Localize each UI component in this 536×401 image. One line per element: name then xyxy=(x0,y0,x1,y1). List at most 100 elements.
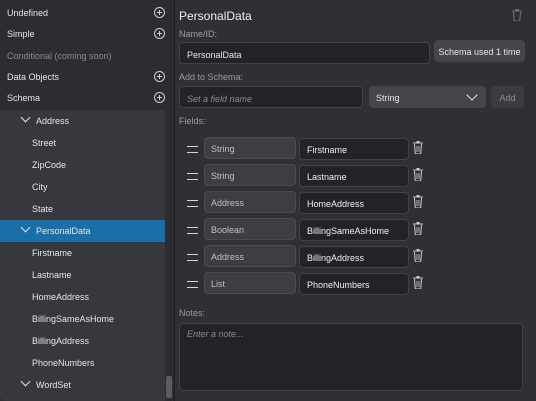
sidebar-item-simple[interactable]: Simple xyxy=(0,23,174,45)
schema-usage-button[interactable]: Schema used 1 time xyxy=(434,40,525,62)
sidebar: Undefined Simple Conditional (coming soo… xyxy=(0,0,175,401)
field-type-value: String xyxy=(376,93,400,103)
tree-item-street[interactable]: Street xyxy=(0,132,165,154)
tree-scrollbar[interactable] xyxy=(165,110,174,401)
tree-item-address[interactable]: Address xyxy=(0,110,165,132)
sidebar-item-data-objects[interactable]: Data Objects xyxy=(0,66,174,88)
fields-label: Fields: xyxy=(179,116,206,126)
tree-item-label: Lastname xyxy=(32,270,72,280)
tree-item-homeaddress[interactable]: HomeAddress xyxy=(0,286,165,308)
field-type[interactable]: List xyxy=(204,272,296,294)
field-type[interactable]: String xyxy=(204,164,296,186)
field-name-input[interactable]: Lastname xyxy=(299,165,409,187)
tree-item-billingsameashome[interactable]: BillingSameAsHome xyxy=(0,308,165,330)
notes-placeholder: Enter a note... xyxy=(187,329,244,339)
tree-item-state[interactable]: State xyxy=(0,198,165,220)
field-type[interactable]: String xyxy=(204,137,296,159)
tree-item-label: ZipCode xyxy=(32,160,67,170)
field-name-value: Firstname xyxy=(307,145,348,155)
add-field-button[interactable]: Add xyxy=(491,86,524,108)
name-input-value: PersonalData xyxy=(187,50,242,60)
trash-icon[interactable] xyxy=(413,276,423,289)
sidebar-item-undefined[interactable]: Undefined xyxy=(0,2,174,24)
tree-item-zipcode[interactable]: ZipCode xyxy=(0,154,165,176)
tree-item-label: Street xyxy=(32,138,57,148)
field-name-input[interactable]: Firstname xyxy=(299,138,409,160)
notes-label: Notes: xyxy=(179,308,206,318)
tree-item-phonenumbers[interactable]: PhoneNumbers xyxy=(0,352,165,374)
field-name-input[interactable]: HomeAddress xyxy=(299,192,409,214)
field-type-label: Address xyxy=(211,252,245,262)
field-type-label: Address xyxy=(211,198,245,208)
field-row: String Firstname xyxy=(174,137,536,161)
chevron-down-icon[interactable] xyxy=(21,115,30,124)
tree-item-label: State xyxy=(32,204,54,214)
field-type-label: String xyxy=(211,144,235,154)
field-name-value: HomeAddress xyxy=(307,199,365,209)
trash-icon[interactable] xyxy=(413,195,423,208)
name-input[interactable]: PersonalData xyxy=(179,42,430,64)
field-row: Boolean BillingSameAsHome xyxy=(174,218,536,242)
trash-icon[interactable] xyxy=(512,9,522,21)
add-circle-icon[interactable] xyxy=(154,92,165,103)
field-type-label: List xyxy=(211,279,226,289)
trash-icon[interactable] xyxy=(413,222,423,235)
field-type[interactable]: Boolean xyxy=(204,218,296,240)
field-type[interactable]: Address xyxy=(204,245,296,267)
field-name-placeholder: Set a field name xyxy=(187,94,253,104)
drag-handle-icon[interactable] xyxy=(187,200,198,207)
field-name-input[interactable]: BillingSameAsHome xyxy=(299,219,409,241)
chevron-down-icon[interactable] xyxy=(21,225,30,234)
sidebar-item-label: Simple xyxy=(7,29,35,39)
field-type[interactable]: Address xyxy=(204,191,296,213)
field-row: List PhoneNumbers xyxy=(174,272,536,296)
tree-item-personaldata[interactable]: PersonalData xyxy=(0,220,165,242)
tree-item-wordset[interactable]: WordSet xyxy=(0,374,165,396)
detail-panel: PersonalData Name/ID: PersonalData Schem… xyxy=(174,0,536,401)
trash-icon[interactable] xyxy=(413,141,423,154)
drag-handle-icon[interactable] xyxy=(187,254,198,261)
add-circle-icon[interactable] xyxy=(154,71,165,82)
tree-item-lastname[interactable]: Lastname xyxy=(0,264,165,286)
tree-item-label: Firstname xyxy=(32,248,73,258)
add-circle-icon[interactable] xyxy=(154,7,165,18)
notes-textarea[interactable]: Enter a note... xyxy=(179,323,523,391)
field-type-select[interactable]: String xyxy=(369,86,486,108)
scrollbar-thumb[interactable] xyxy=(166,376,172,398)
tree-item-label: BillingSameAsHome xyxy=(32,314,115,324)
add-field-label: Add xyxy=(499,93,516,103)
tree-item-label: City xyxy=(32,182,48,192)
field-name-input[interactable]: PhoneNumbers xyxy=(299,273,409,295)
field-name-value: BillingSameAsHome xyxy=(307,226,390,236)
field-row: Address BillingAddress xyxy=(174,245,536,269)
tree-item-city[interactable]: City xyxy=(0,176,165,198)
drag-handle-icon[interactable] xyxy=(187,146,198,153)
field-name-value: BillingAddress xyxy=(307,253,365,263)
trash-icon[interactable] xyxy=(413,168,423,181)
page-title: PersonalData xyxy=(179,9,252,23)
tree-item-label: Address xyxy=(36,116,70,126)
tree-item-firstname[interactable]: Firstname xyxy=(0,242,165,264)
sidebar-item-schema[interactable]: Schema xyxy=(0,87,174,109)
name-label: Name/ID: xyxy=(179,29,218,39)
field-name-input[interactable]: BillingAddress xyxy=(299,246,409,268)
trash-icon[interactable] xyxy=(413,249,423,262)
field-name-value: PhoneNumbers xyxy=(307,280,370,290)
tree-item-label: WordSet xyxy=(36,380,71,390)
tree-item-label: BillingAddress xyxy=(32,336,90,346)
schema-tree: Address Street ZipCode City State Person… xyxy=(0,110,165,401)
chevron-down-icon xyxy=(466,89,478,101)
tree-item-billingaddress[interactable]: BillingAddress xyxy=(0,330,165,352)
add-circle-icon[interactable] xyxy=(154,28,165,39)
field-name-input[interactable]: Set a field name xyxy=(179,86,363,108)
drag-handle-icon[interactable] xyxy=(187,227,198,234)
schema-usage-label: Schema used 1 time xyxy=(438,47,521,57)
app-window: Undefined Simple Conditional (coming soo… xyxy=(0,0,536,401)
sidebar-item-label: Conditional (coming soon) xyxy=(7,51,112,61)
chevron-down-icon[interactable] xyxy=(21,379,30,388)
drag-handle-icon[interactable] xyxy=(187,173,198,180)
field-name-value: Lastname xyxy=(307,172,347,182)
sidebar-item-label: Data Objects xyxy=(7,72,60,82)
field-type-label: Boolean xyxy=(211,225,245,235)
drag-handle-icon[interactable] xyxy=(187,281,198,288)
